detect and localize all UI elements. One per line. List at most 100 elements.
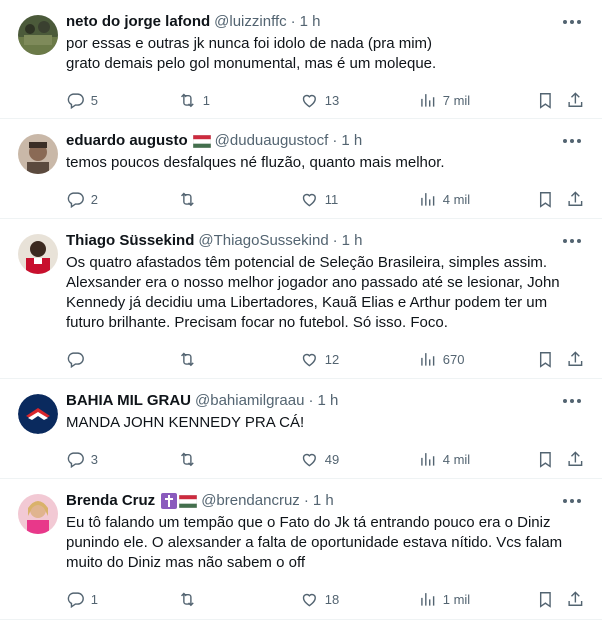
- author-name[interactable]: Brenda Cruz: [66, 491, 155, 511]
- share-button[interactable]: [566, 449, 585, 469]
- share-icon: [568, 590, 583, 606]
- tweet[interactable]: eduardo augusto @duduaugustocf · 1 h tem…: [0, 119, 602, 219]
- tweet-actions: 2 11 4 mil: [66, 179, 586, 219]
- tweet-actions: 1 18 1 mil: [66, 579, 586, 619]
- timestamp[interactable]: 1 h: [342, 231, 363, 251]
- tweet-text-line: muito do Diniz mas não sabem o off: [66, 554, 306, 571]
- reply-button[interactable]: 2: [66, 189, 98, 209]
- heart-icon: [302, 593, 316, 607]
- bookmark-button[interactable]: [536, 189, 555, 209]
- views-count: 7 mil: [442, 92, 471, 108]
- tweet[interactable]: Thiago Süssekind @ThiagoSussekind · 1 h …: [0, 219, 602, 379]
- more-options-icon[interactable]: [562, 395, 582, 407]
- author-name[interactable]: eduardo augusto: [66, 131, 188, 151]
- more-options-icon[interactable]: [562, 495, 582, 507]
- like-button[interactable]: 11: [300, 189, 338, 209]
- heart-icon: [302, 94, 316, 108]
- bookmark-icon: [539, 451, 551, 468]
- avatar[interactable]: [18, 15, 58, 55]
- more-options-icon[interactable]: [562, 135, 582, 147]
- avatar[interactable]: [18, 494, 58, 534]
- like-button[interactable]: 13: [300, 90, 339, 110]
- views-count: 4 mil: [442, 451, 471, 467]
- share-button[interactable]: [566, 589, 585, 609]
- views-button[interactable]: 1 mil: [418, 589, 470, 609]
- like-button[interactable]: 49: [300, 449, 339, 469]
- reply-count: 5: [90, 92, 98, 108]
- author-handle[interactable]: @brendancruz: [201, 491, 300, 511]
- retweet-button[interactable]: 1: [178, 90, 210, 110]
- bookmark-icon: [539, 591, 551, 608]
- tweet-actions: 5 1 13 7 mil: [66, 80, 586, 120]
- share-button[interactable]: [566, 189, 585, 209]
- tweet-text: Eu tô falando um tempão que o Fato do Jk…: [66, 513, 586, 573]
- more-options-icon[interactable]: [562, 235, 582, 247]
- timestamp[interactable]: 1 h: [313, 491, 334, 511]
- like-count: 13: [324, 92, 340, 108]
- reply-button[interactable]: 3: [66, 449, 98, 469]
- timestamp[interactable]: 1 h: [317, 391, 338, 411]
- tweet[interactable]: neto do jorge lafond @luizzinffc · 1 h p…: [0, 0, 602, 119]
- author-handle[interactable]: @ThiagoSussekind: [198, 231, 328, 251]
- timestamp[interactable]: 1 h: [341, 131, 362, 151]
- reply-count: 1: [90, 591, 98, 607]
- author-handle[interactable]: @duduaugustocf: [215, 131, 329, 151]
- views-button[interactable]: 670: [418, 349, 464, 369]
- author-name[interactable]: BAHIA MIL GRAU: [66, 391, 191, 411]
- bookmark-button[interactable]: [536, 90, 555, 110]
- retweet-button[interactable]: [178, 589, 203, 609]
- share-button[interactable]: [566, 349, 585, 369]
- like-button[interactable]: 18: [300, 589, 339, 609]
- author-handle[interactable]: @bahiamilgraau: [195, 391, 304, 411]
- bookmark-icon: [539, 351, 551, 368]
- tweet-actions: 12 670: [66, 339, 586, 379]
- views-button[interactable]: 4 mil: [418, 189, 470, 209]
- separator-dot: ·: [332, 232, 338, 249]
- hungary-flag-icon: [179, 494, 198, 508]
- avatar[interactable]: [18, 394, 58, 434]
- tweet-text-line: Os quatro afastados têm potencial de Sel…: [66, 254, 548, 271]
- avatar[interactable]: [18, 234, 58, 274]
- retweet-button[interactable]: [178, 349, 203, 369]
- more-options-icon[interactable]: [562, 16, 582, 28]
- tweet-text-line: grato demais pelo gol monumental, mas é …: [66, 55, 437, 72]
- tweet[interactable]: BAHIA MIL GRAU @bahiamilgraau · 1 h MAND…: [0, 379, 602, 479]
- reply-icon: [67, 452, 84, 468]
- share-icon: [568, 350, 583, 366]
- cross-icon: [161, 493, 178, 509]
- heart-icon: [302, 193, 316, 207]
- reply-button[interactable]: [66, 349, 91, 369]
- reply-button[interactable]: 5: [66, 90, 98, 110]
- views-button[interactable]: 7 mil: [418, 90, 470, 110]
- tweet-text-line: futuro brilhante. Precisam focar no fute…: [66, 314, 448, 331]
- separator-dot: ·: [303, 492, 309, 509]
- tweet-actions: 3 49 4 mil: [66, 439, 586, 479]
- author-name[interactable]: Thiago Süssekind: [66, 231, 194, 251]
- separator-dot: ·: [308, 392, 314, 409]
- author-name[interactable]: neto do jorge lafond: [66, 12, 210, 32]
- views-button[interactable]: 4 mil: [418, 449, 470, 469]
- retweet-icon: [181, 192, 194, 206]
- tweet-text: MANDA JOHN KENNEDY PRA CÁ!: [66, 413, 586, 433]
- timestamp[interactable]: 1 h: [300, 12, 321, 32]
- reply-icon: [67, 192, 84, 208]
- reply-count: 2: [90, 191, 98, 207]
- views-icon: [421, 192, 435, 206]
- author-handle[interactable]: @luizzinffc: [214, 12, 286, 32]
- like-count: 49: [324, 451, 340, 467]
- bookmark-button[interactable]: [536, 349, 555, 369]
- like-button[interactable]: 12: [300, 349, 339, 369]
- retweet-button[interactable]: [178, 189, 203, 209]
- retweet-button[interactable]: [178, 449, 203, 469]
- share-button[interactable]: [566, 90, 585, 110]
- bookmark-button[interactable]: [536, 449, 555, 469]
- tweet-text-line: Alexsander era o nosso melhor jogador an…: [66, 274, 560, 291]
- reply-button[interactable]: 1: [66, 589, 98, 609]
- tweet-text: Os quatro afastados têm potencial de Sel…: [66, 253, 586, 333]
- retweet-count: 1: [202, 92, 210, 108]
- avatar[interactable]: [18, 134, 58, 174]
- bookmark-button[interactable]: [536, 589, 555, 609]
- tweet[interactable]: Brenda Cruz @brendancruz · 1 h Eu tô fal…: [0, 479, 602, 620]
- tweet-text-line: Kennedy já decidiu uma Libertadores, Kau…: [66, 294, 548, 311]
- heart-icon: [302, 353, 316, 367]
